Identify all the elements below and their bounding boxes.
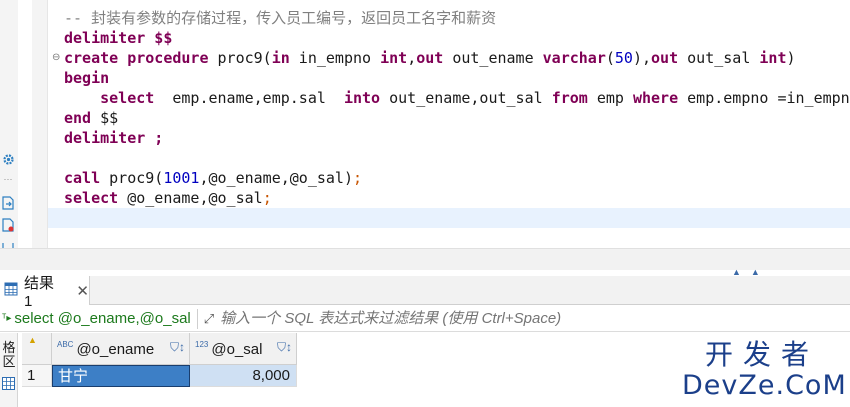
grid-side-label[interactable]: 格 区	[1, 341, 17, 369]
delimiter-symbol: ;	[145, 129, 164, 147]
code-line-6: delimiter ;	[64, 128, 163, 148]
number-literal: 1001	[163, 169, 200, 187]
kw-out: out	[651, 49, 679, 67]
filter-input[interactable]	[220, 310, 850, 327]
grid-side-panel: 格 区	[0, 333, 18, 407]
divider	[196, 308, 198, 329]
param-out-sal: out_sal	[678, 49, 760, 67]
kw-select: select	[100, 89, 155, 107]
expand-icon[interactable]: ⤢	[204, 311, 214, 327]
table-name: emp	[587, 89, 633, 107]
current-line-highlight	[48, 208, 850, 228]
kw-into: into	[343, 89, 381, 107]
filter-sort-icon[interactable]: ⛉↕	[277, 340, 292, 355]
kw-delimiter: delimiter	[64, 129, 146, 147]
proc-name: proc9(	[208, 49, 272, 67]
kw-create: create	[64, 49, 119, 67]
code-line-4: select emp.ename,emp.sal into out_ename,…	[64, 88, 850, 108]
editor-left-toolbar: ···	[0, 0, 18, 251]
kw-end: end	[64, 109, 92, 127]
code-line-9: select @o_ename,@o_sal;	[64, 188, 272, 208]
kw-select: select	[64, 189, 119, 207]
kw-int: int	[380, 49, 408, 67]
close-icon[interactable]: ✕	[76, 282, 89, 300]
editor-horizontal-scrollbar[interactable]	[0, 248, 850, 270]
column-name: @o_ename	[76, 340, 155, 358]
kw-call: call	[64, 169, 101, 187]
table-view-icon[interactable]	[2, 377, 15, 395]
results-tab-bar: 结果 1 ✕	[0, 275, 850, 310]
column-header-o-sal[interactable]: 123 @o_sal ⛉↕	[190, 333, 297, 365]
kw-where: where	[632, 89, 679, 107]
sql-editor[interactable]: -- 封装有参数的存储过程，传入员工编号，返回员工名字和薪资 delimiter…	[48, 0, 850, 248]
editor-gutter	[32, 0, 48, 248]
number-type-icon: 123	[195, 339, 209, 349]
code-line-1: delimiter $$	[64, 28, 172, 48]
collapse-up-icon[interactable]: ▲	[732, 268, 741, 277]
cell-o-sal[interactable]: 8,000	[190, 365, 297, 387]
code-line-comment: -- 封装有参数的存储过程，传入员工编号，返回员工名字和薪资	[64, 8, 496, 28]
filter-sort-icon[interactable]: ⛉↕	[170, 340, 185, 355]
string-type-icon: ABC	[57, 339, 74, 349]
tab-label: 结果 1	[24, 274, 55, 310]
kw-varchar: varchar	[542, 49, 606, 67]
paren-close: ),	[632, 49, 652, 67]
semicolon: ;	[262, 189, 272, 207]
kw-begin: begin	[64, 69, 110, 87]
delimiter-symbol: $$	[91, 109, 119, 127]
kw-in: in	[271, 49, 290, 67]
param-out-ename: out_ename	[443, 49, 543, 67]
row-number[interactable]: 1	[22, 365, 52, 387]
call-args: ,@o_ename,@o_sal)	[199, 169, 353, 187]
select-vars: @o_ename,@o_sal	[118, 189, 263, 207]
code-line-8: call proc9(1001,@o_ename,@o_sal);	[64, 168, 362, 188]
paren-close: )	[786, 49, 796, 67]
fold-toggle-icon[interactable]: ⊖	[52, 52, 64, 64]
kw-delimiter: delimiter	[64, 29, 146, 47]
sql-comment: -- 封装有参数的存储过程，传入员工编号，返回员工名字和薪资	[64, 9, 497, 27]
code-line-3: begin	[64, 68, 109, 88]
kw-out: out	[416, 49, 444, 67]
filter-bar: ᵀ▸ select @o_ename,@o_sal ⤢	[0, 306, 850, 332]
into-vars: out_ename,out_sal	[380, 89, 552, 107]
cell-o-ename[interactable]: 甘宁	[52, 365, 190, 387]
export-icon[interactable]	[1, 196, 15, 210]
delimiter-symbol: $$	[145, 29, 173, 47]
code-line-2: create procedure proc9(in in_empno int,o…	[64, 48, 796, 68]
column-name: @o_sal	[211, 340, 263, 358]
select-columns: emp.ename,emp.sal	[154, 89, 344, 107]
panel-resize-arrows[interactable]: ▲ ▲	[732, 268, 772, 277]
watermark-cn: 开发者	[704, 338, 819, 371]
kw-procedure: procedure	[118, 49, 209, 67]
tab-result-1[interactable]: 结果 1 ✕	[0, 275, 90, 310]
column-header-o-ename[interactable]: ABC @o_ename ⛉↕	[52, 333, 190, 365]
key-icon: ▲	[28, 335, 37, 345]
kw-from: from	[551, 89, 588, 107]
file-warning-icon[interactable]	[1, 218, 15, 232]
site-watermark: 开发者 DevZe.CoM	[682, 338, 847, 404]
watermark-en: DevZe.CoM	[682, 370, 847, 401]
call-proc-name: proc9(	[100, 169, 164, 187]
query-text: ᵀ▸ select @o_ename,@o_sal	[0, 310, 191, 327]
code-line-5: end $$	[64, 108, 118, 128]
more-icon[interactable]: ···	[1, 172, 15, 186]
grid-icon	[4, 282, 18, 300]
where-condition: emp.empno =in_empno	[678, 89, 850, 107]
gear-icon[interactable]	[1, 152, 15, 166]
row-number-header[interactable]: ▲	[22, 333, 52, 365]
comma: ,	[407, 49, 417, 67]
sql-query-icon: ᵀ▸	[2, 313, 12, 324]
kw-int: int	[759, 49, 787, 67]
semicolon: ;	[353, 169, 363, 187]
paren-open: (	[605, 49, 615, 67]
param-in-empno: in_empno	[289, 49, 381, 67]
number-literal: 50	[614, 49, 633, 67]
query-label: select @o_ename,@o_sal	[14, 310, 191, 327]
collapse-up-icon[interactable]: ▲	[751, 268, 760, 277]
